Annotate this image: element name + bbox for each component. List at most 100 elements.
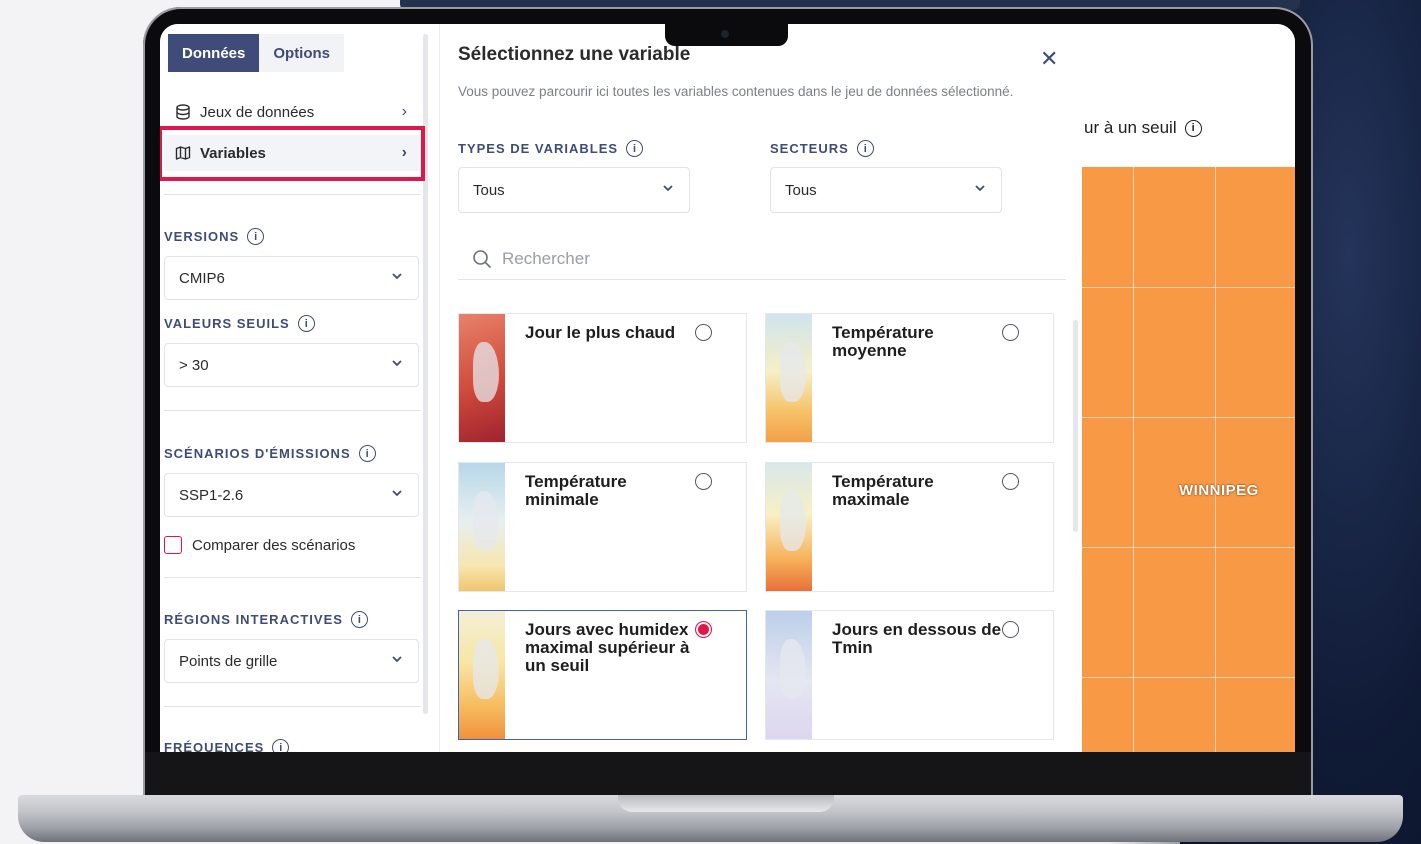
search-icon [472,249,492,269]
scenarios-label-text: SCÉNARIOS D'ÉMISSIONS [164,446,351,461]
city-label: WINNIPEG [1179,482,1259,499]
variable-card-title: Température moyenne [832,323,934,360]
variable-card[interactable]: Température moyenne [765,313,1054,443]
variable-card[interactable]: Température minimale [458,462,747,592]
thresholds-select[interactable]: > 30 [164,343,419,387]
variable-card-title: Jour le plus chaud [525,323,676,342]
regions-value: Points de grille [179,652,278,670]
map-title-text: ur à un seuil [1084,118,1177,137]
variable-card-title: Température maximale [832,472,934,509]
variable-radio[interactable] [1002,473,1019,490]
map-title: ur à un seuil i [1084,118,1202,138]
variable-card-selected[interactable]: Jours avec humidex maximal supérieur à u… [458,610,747,740]
variable-thumbnail [459,314,505,442]
chevron-down-icon [390,652,404,670]
variable-card[interactable]: Jour le plus chaud [458,313,747,443]
info-icon[interactable]: i [272,739,290,752]
variable-card-title: Jours avec humidex maximal supérieur à u… [525,620,690,675]
sectors-value: Tous [785,181,817,199]
info-icon[interactable]: i [247,228,265,245]
divider [164,577,421,578]
types-label: TYPES DE VARIABLES i [458,140,644,157]
sidebar-tabs: Données Options [168,34,345,72]
chevron-right-icon: › [401,144,407,161]
variable-card[interactable]: Température maximale [765,462,1054,592]
types-value: Tous [473,181,505,199]
close-icon[interactable]: ✕ [1040,46,1058,72]
sidebar-item-datasets[interactable]: Jeux de données › [164,94,421,130]
types-label-text: TYPES DE VARIABLES [458,141,619,156]
divider [164,706,421,707]
frequencies-label-text: FRÉQUENCES [164,740,265,752]
sidebar-scrollbar[interactable] [423,34,428,714]
scenarios-label: SCÉNARIOS D'ÉMISSIONS i [164,445,376,462]
types-select[interactable]: Tous [458,167,690,213]
versions-value: CMIP6 [179,269,225,287]
compare-scenarios-row[interactable]: Comparer des scénarios [164,536,355,554]
variable-thumbnail [766,463,812,591]
variable-radio-selected[interactable] [695,621,712,638]
info-icon[interactable]: i [626,140,644,157]
chevron-down-icon [390,269,404,287]
scenarios-select[interactable]: SSP1-2.6 [164,473,419,517]
modal-scrollbar[interactable] [1073,320,1078,532]
info-icon[interactable]: i [1184,119,1202,137]
sidebar: Données Options Jeux de données › Variab… [160,24,440,752]
regions-select[interactable]: Points de grille [164,639,419,683]
variable-thumbnail [766,611,812,739]
sectors-select[interactable]: Tous [770,167,1002,213]
modal-description: Vous pouvez parcourir ici toutes les var… [458,84,1014,99]
variable-radio[interactable] [695,473,712,490]
versions-label: VERSIONS i [164,228,265,245]
variable-modal: Sélectionnez une variable ✕ Vous pouvez … [440,24,1082,752]
variable-thumbnail [459,611,505,739]
compare-scenarios-label: Comparer des scénarios [192,536,356,554]
variable-card-title: Température minimale [525,472,627,509]
regions-label-text: RÉGIONS INTERACTIVES [164,612,343,627]
chevron-down-icon [661,181,675,199]
map-canvas[interactable]: WINNIPEG [1082,167,1295,752]
variable-radio[interactable] [695,324,712,341]
divider [164,410,421,411]
sidebar-item-label: Jeux de données [200,103,315,121]
regions-label: RÉGIONS INTERACTIVES i [164,611,368,628]
variable-thumbnail [459,463,505,591]
search-placeholder: Rechercher [502,248,590,268]
divider [164,194,421,195]
sidebar-item-label: Variables [200,144,266,162]
info-icon[interactable]: i [358,445,376,462]
variable-radio[interactable] [1002,324,1019,341]
search-field[interactable]: Rechercher [458,238,1066,280]
chevron-right-icon: › [401,103,407,120]
tab-donnees[interactable]: Données [168,34,260,72]
variable-card-title: Jours en dessous de Tmin [832,620,1002,657]
chevron-down-icon [390,356,404,374]
variable-radio[interactable] [1002,621,1019,638]
sectors-label-text: SECTEURS [770,141,849,156]
versions-label-text: VERSIONS [164,229,240,244]
variable-thumbnail [766,314,812,442]
map-panel: ur à un seuil i WINNIPEG [1082,24,1295,752]
frequencies-label: FRÉQUENCES i [164,739,290,752]
info-icon[interactable]: i [350,611,368,628]
camera-icon [721,30,729,38]
compare-scenarios-checkbox[interactable] [164,536,182,554]
info-icon[interactable]: i [856,140,874,157]
versions-select[interactable]: CMIP6 [164,256,419,300]
database-icon [174,103,192,121]
laptop-screen: Données Options Jeux de données › Variab… [160,24,1295,752]
map-icon [174,144,192,162]
chevron-down-icon [390,486,404,504]
chevron-down-icon [973,181,987,199]
variable-card[interactable]: Jours en dessous de Tmin [765,610,1054,740]
modal-title: Sélectionnez une variable [458,44,691,65]
sectors-label: SECTEURS i [770,140,874,157]
info-icon[interactable]: i [297,315,315,332]
sidebar-item-variables[interactable]: Variables › [164,135,421,171]
tab-options[interactable]: Options [259,34,345,72]
laptop-base-notch [618,795,834,812]
thresholds-value: > 30 [179,356,209,374]
thresholds-label-text: VALEURS SEUILS [164,316,290,331]
thresholds-label: VALEURS SEUILS i [164,315,315,332]
scenarios-value: SSP1-2.6 [179,486,244,504]
